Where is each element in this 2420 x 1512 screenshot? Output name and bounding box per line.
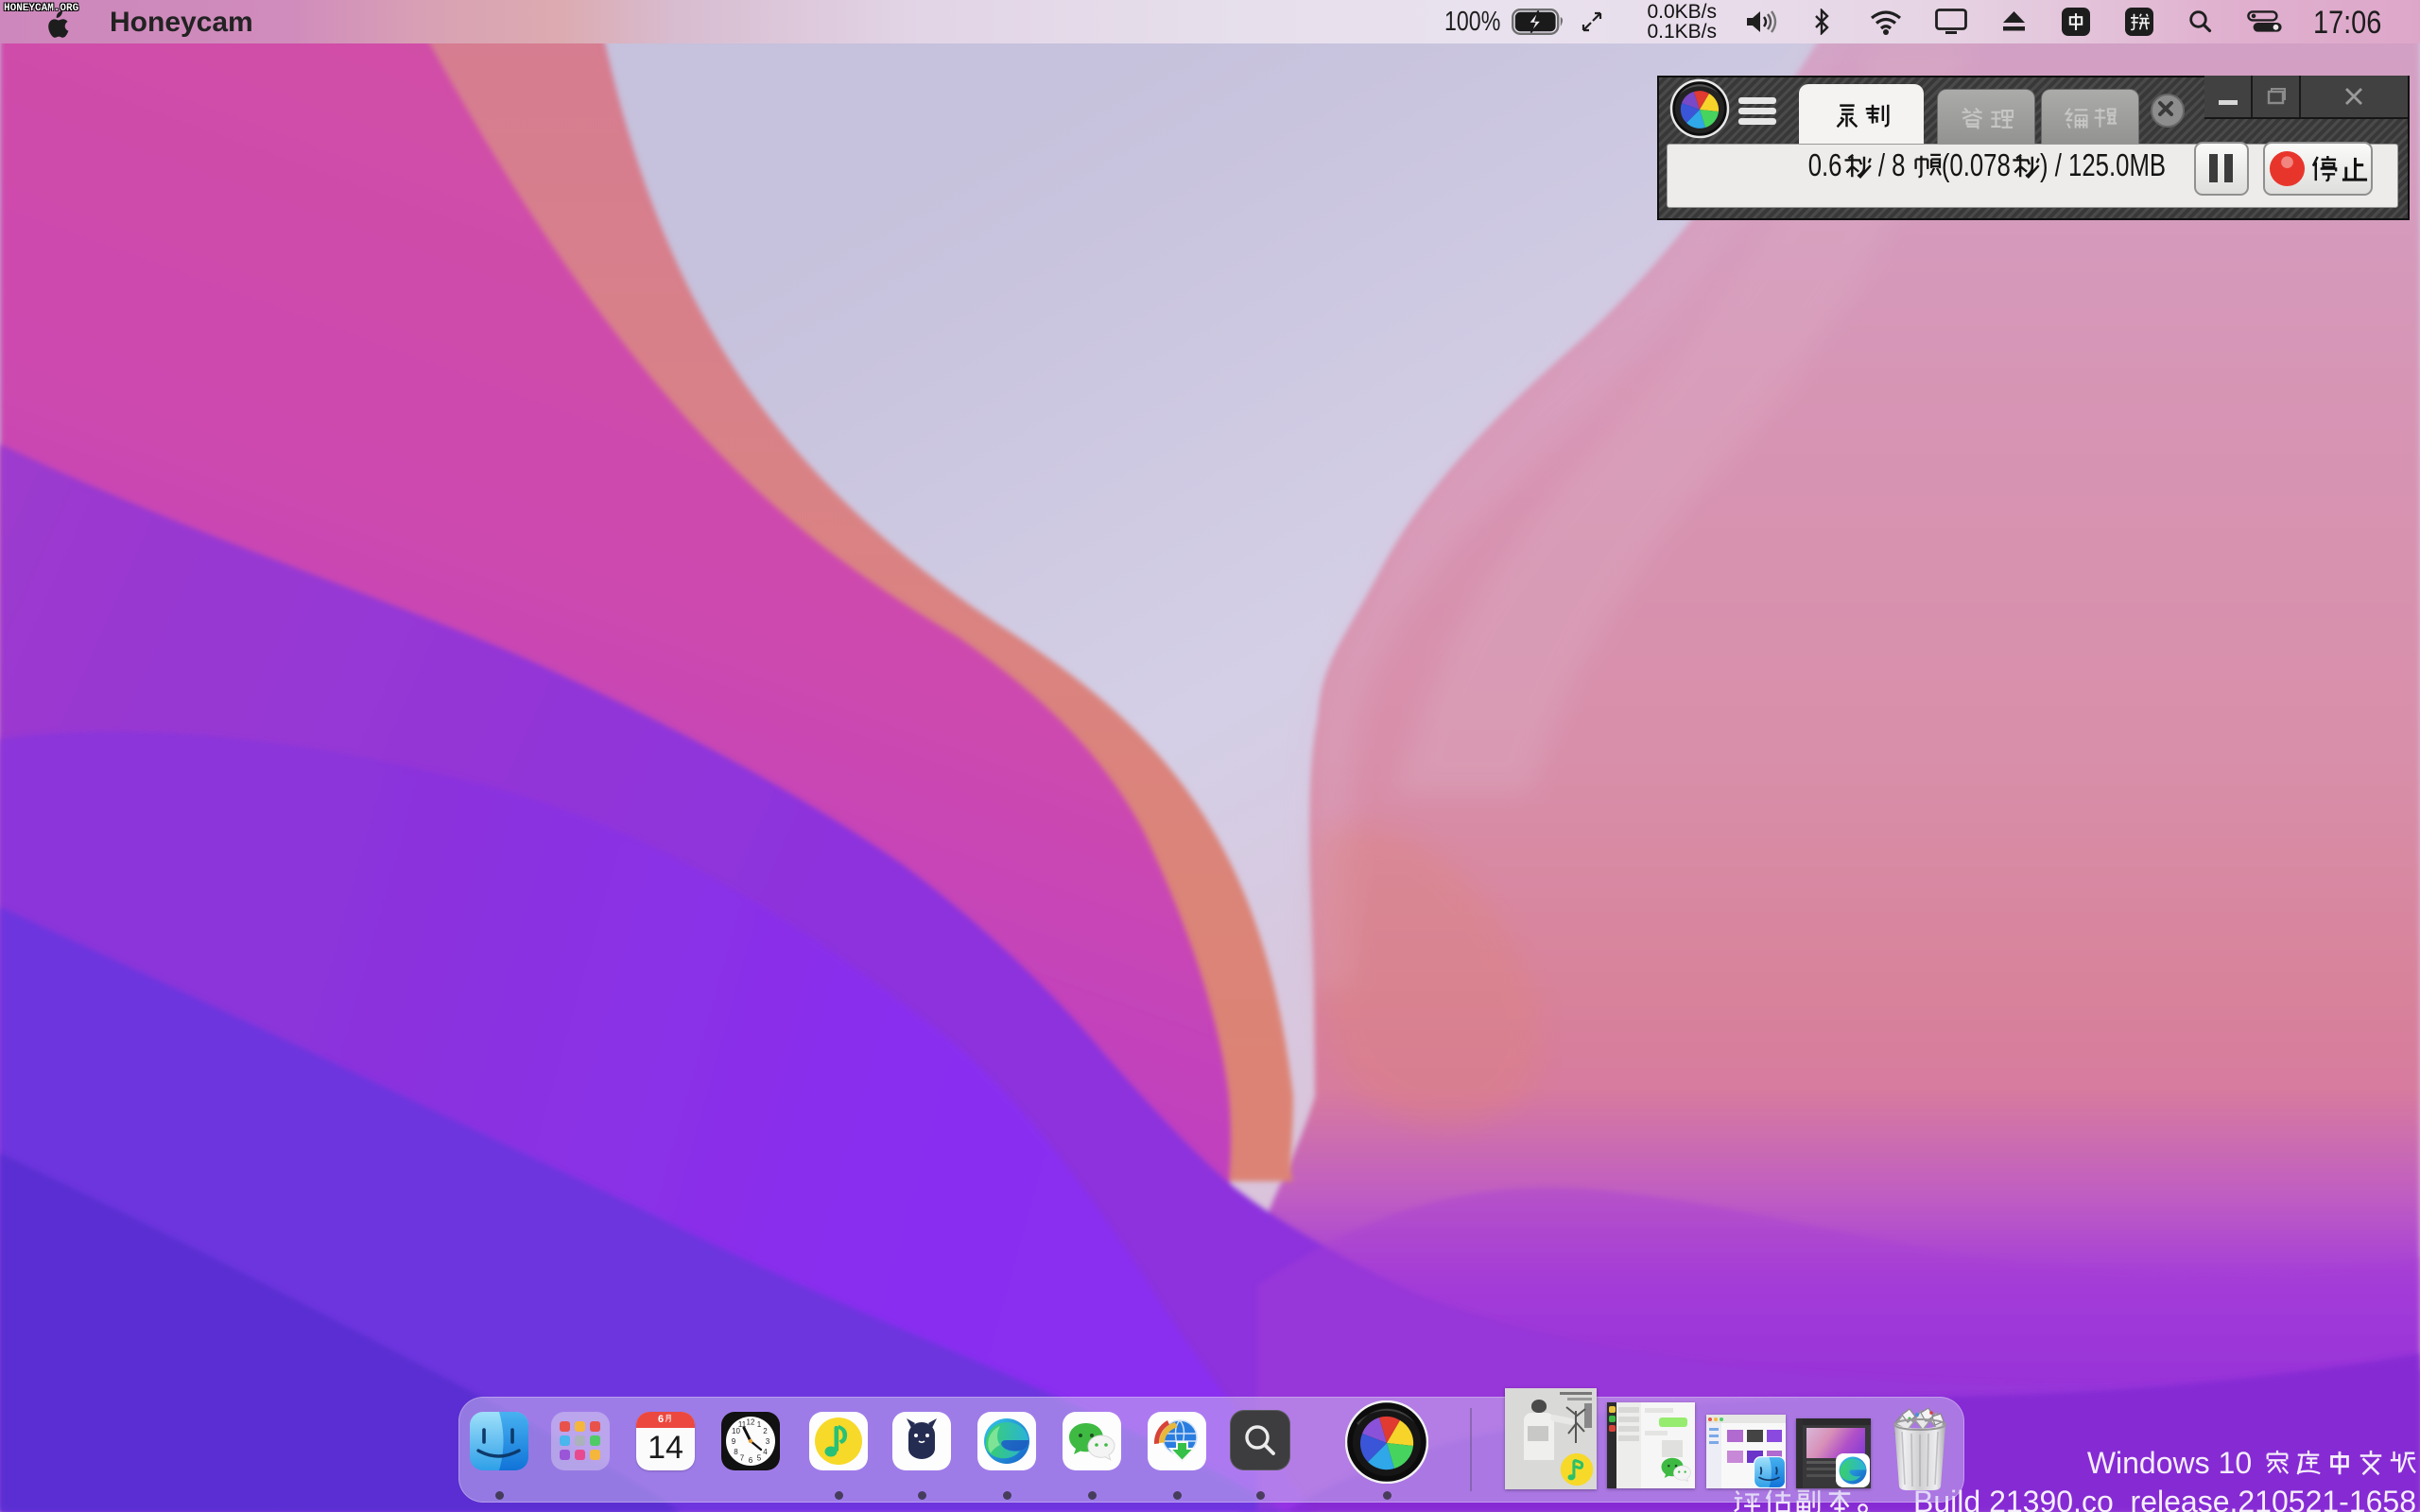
svg-text:9: 9: [732, 1437, 736, 1446]
svg-text:7: 7: [740, 1454, 745, 1463]
svg-text:3: 3: [766, 1437, 770, 1446]
svg-text:6: 6: [749, 1456, 753, 1465]
svg-text:2: 2: [763, 1427, 768, 1435]
svg-text:4: 4: [763, 1448, 768, 1456]
svg-text:8: 8: [734, 1448, 738, 1456]
svg-text:5: 5: [757, 1454, 762, 1463]
svg-text:1: 1: [757, 1420, 762, 1429]
svg-text:12: 12: [747, 1418, 755, 1427]
